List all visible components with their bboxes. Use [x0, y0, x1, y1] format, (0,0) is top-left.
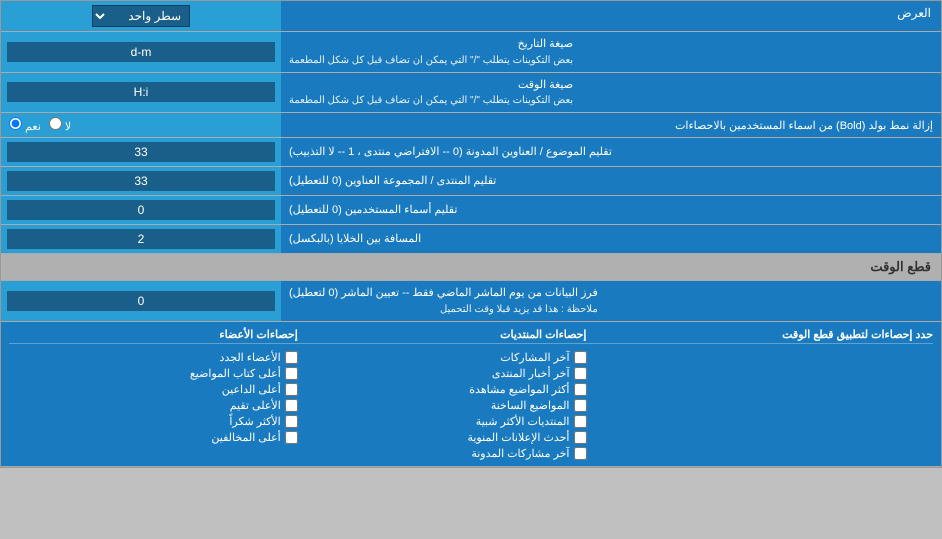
bold-remove-inputs: لا نعم: [1, 113, 281, 137]
bold-no-label: لا: [49, 117, 71, 133]
time-format-input[interactable]: [7, 82, 275, 102]
list-item: أحدث الإعلانات المنوية: [298, 431, 587, 444]
checkboxes-main-header: حدد إحصاءات لتطبيق قطع الوقت: [587, 328, 934, 344]
forum-order-label: تقليم المنتدى / المجموعة العناوين (0 للت…: [281, 167, 941, 195]
list-item: آخر مشاركات المدونة: [298, 447, 587, 460]
date-format-input-area: [1, 32, 281, 72]
checkbox-forum-6[interactable]: [574, 431, 587, 444]
forum-order-row: تقليم المنتدى / المجموعة العناوين (0 للت…: [1, 167, 941, 196]
bold-yes-label: نعم: [9, 117, 41, 133]
checkbox-forum-7[interactable]: [574, 447, 587, 460]
cutoff-section-header: قطع الوقت: [1, 254, 941, 281]
username-trim-label: تقليم أسماء المستخدمين (0 للتعطيل): [281, 196, 941, 224]
checkboxes-section: حدد إحصاءات لتطبيق قطع الوقت إحصاءات الم…: [1, 322, 941, 467]
col3-header: إحصاءات الأعضاء: [9, 328, 298, 344]
cell-spacing-input-area: [1, 225, 281, 253]
username-trim-row: تقليم أسماء المستخدمين (0 للتعطيل): [1, 196, 941, 225]
col2-header: إحصاءات المنتديات: [298, 328, 587, 344]
list-item: الأعضاء الجدد: [9, 351, 298, 364]
time-format-row: صيغة الوقت بعض التكوينات يتطلب "/" التي …: [1, 73, 941, 114]
cutoff-days-input[interactable]: [7, 291, 275, 311]
date-format-row: صيغة التاريخ بعض التكوينات يتطلب "/" الت…: [1, 32, 941, 73]
checkbox-forum-1[interactable]: [574, 351, 587, 364]
list-item: المواضيع الساخنة: [298, 399, 587, 412]
forum-order-input[interactable]: [7, 171, 275, 191]
date-format-input[interactable]: [7, 42, 275, 62]
checkbox-forum-4[interactable]: [574, 399, 587, 412]
username-trim-input-area: [1, 196, 281, 224]
list-item: أعلى كتاب المواضيع: [9, 367, 298, 380]
bold-yes-radio[interactable]: [9, 117, 22, 130]
list-item: أكثر المواضيع مشاهدة: [298, 383, 587, 396]
topic-order-row: تقليم الموضوع / العناوين المدونة (0 -- ا…: [1, 138, 941, 167]
main-container: العرض سطر واحدمتعدد الأسطر صيغة التاريخ …: [0, 0, 942, 468]
list-item: آخر أخبار المنتدى: [298, 367, 587, 380]
date-format-label: صيغة التاريخ بعض التكوينات يتطلب "/" الت…: [281, 32, 941, 72]
list-item: الأكثر شكراً: [9, 415, 298, 428]
display-label: العرض: [281, 1, 941, 31]
list-item: الأعلى تقيم: [9, 399, 298, 412]
bold-remove-row: إزالة نمط بولد (Bold) من اسماء المستخدمي…: [1, 113, 941, 138]
list-item: آخر المشاركات: [298, 351, 587, 364]
cutoff-days-label: فرز البيانات من يوم الماشر الماضي فقط --…: [281, 281, 941, 321]
checkbox-forum-3[interactable]: [574, 383, 587, 396]
bold-no-radio[interactable]: [49, 117, 62, 130]
bold-remove-label: إزالة نمط بولد (Bold) من اسماء المستخدمي…: [281, 115, 941, 136]
display-input-area: سطر واحدمتعدد الأسطر: [1, 1, 281, 31]
cell-spacing-input[interactable]: [7, 229, 275, 249]
time-format-input-area: [1, 73, 281, 113]
checkbox-col-forums: إحصاءات المنتديات آخر المشاركات آخر أخبا…: [298, 328, 587, 460]
cutoff-days-input-area: [1, 281, 281, 321]
checkbox-forum-5[interactable]: [574, 415, 587, 428]
checkbox-member-3[interactable]: [285, 383, 298, 396]
checkbox-member-4[interactable]: [285, 399, 298, 412]
checkbox-col-header-text: حدد إحصاءات لتطبيق قطع الوقت: [587, 328, 934, 460]
checkbox-member-1[interactable]: [285, 351, 298, 364]
checkboxes-grid: حدد إحصاءات لتطبيق قطع الوقت إحصاءات الم…: [9, 328, 933, 460]
list-item: المنتديات الأكثر شبية: [298, 415, 587, 428]
display-row: العرض سطر واحدمتعدد الأسطر: [1, 1, 941, 32]
cell-spacing-row: المسافة بين الخلايا (بالبكسل): [1, 225, 941, 254]
checkbox-member-6[interactable]: [285, 431, 298, 444]
forum-order-input-area: [1, 167, 281, 195]
topic-order-input-area: [1, 138, 281, 166]
list-item: أعلى المخالفين: [9, 431, 298, 444]
display-select[interactable]: سطر واحدمتعدد الأسطر: [92, 5, 190, 27]
checkbox-forum-2[interactable]: [574, 367, 587, 380]
username-trim-input[interactable]: [7, 200, 275, 220]
topic-order-label: تقليم الموضوع / العناوين المدونة (0 -- ا…: [281, 138, 941, 166]
checkbox-member-5[interactable]: [285, 415, 298, 428]
checkbox-col-members: إحصاءات الأعضاء الأعضاء الجدد أعلى كتاب …: [9, 328, 298, 460]
topic-order-input[interactable]: [7, 142, 275, 162]
time-format-label: صيغة الوقت بعض التكوينات يتطلب "/" التي …: [281, 73, 941, 113]
cell-spacing-label: المسافة بين الخلايا (بالبكسل): [281, 225, 941, 253]
list-item: أعلى الداعين: [9, 383, 298, 396]
checkbox-member-2[interactable]: [285, 367, 298, 380]
cutoff-days-row: فرز البيانات من يوم الماشر الماضي فقط --…: [1, 281, 941, 322]
